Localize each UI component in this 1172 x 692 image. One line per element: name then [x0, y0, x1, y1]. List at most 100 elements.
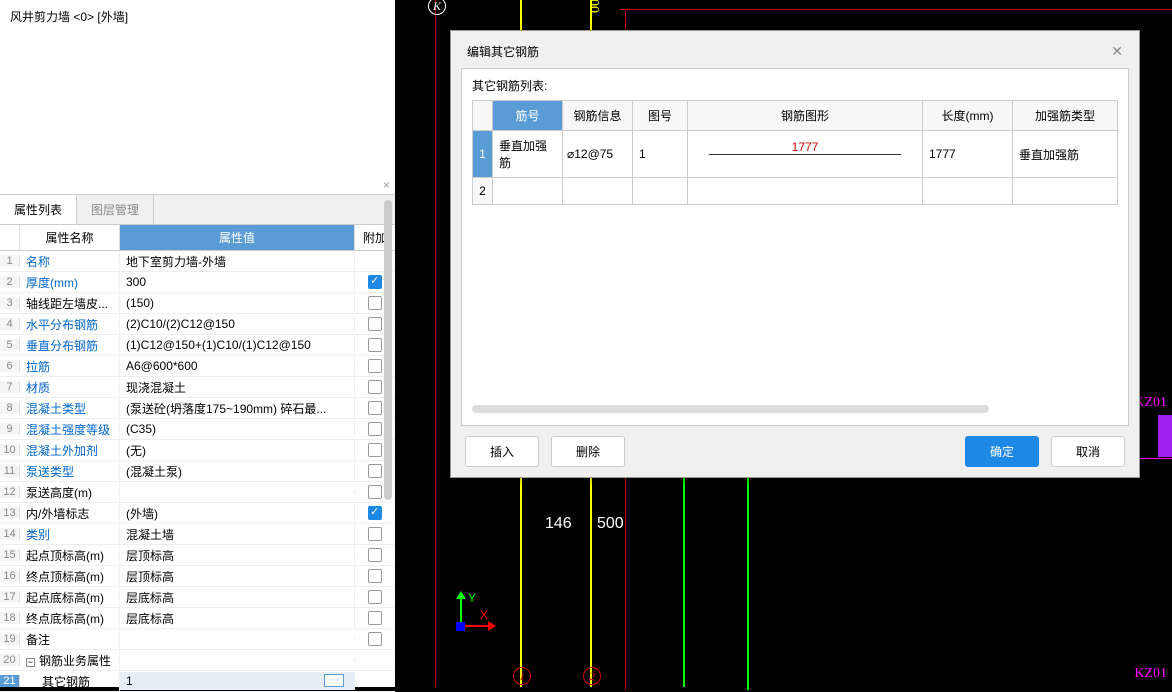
property-value[interactable]: 地下室剪力墙-外墙	[120, 251, 355, 272]
left-panel: 风井剪力墙 <0> [外墙] × 属性列表 图层管理 属性名称 属性值 附加 1…	[0, 0, 395, 687]
property-value[interactable]	[120, 658, 355, 662]
cancel-button[interactable]: 取消	[1051, 436, 1125, 467]
property-row[interactable]: 17起点底标高(m)层底标高	[0, 587, 395, 608]
property-value[interactable]: 混凝土墙	[120, 524, 355, 545]
table-row[interactable]: 2	[473, 178, 1118, 205]
property-value[interactable]: (外墙)	[120, 503, 355, 524]
property-row[interactable]: 13内/外墙标志(外墙)	[0, 503, 395, 524]
property-value[interactable]: (150)	[120, 294, 355, 312]
property-row[interactable]: 21其它钢筋1⋯	[0, 671, 395, 692]
close-icon[interactable]: ✕	[1111, 43, 1123, 60]
property-name: 水平分布钢筋	[20, 314, 120, 335]
checkbox-icon[interactable]	[368, 527, 382, 541]
property-row[interactable]: 10混凝土外加剂(无)	[0, 440, 395, 461]
property-row[interactable]: 2厚度(mm)300	[0, 272, 395, 293]
property-row[interactable]: 5垂直分布钢筋(1)C12@150+(1)C10/(1)C12@150	[0, 335, 395, 356]
property-value[interactable]: (C35)	[120, 420, 355, 438]
property-value[interactable]	[120, 490, 355, 494]
property-value[interactable]: (无)	[120, 440, 355, 461]
checkbox-icon[interactable]	[368, 380, 382, 394]
tab-layers[interactable]: 图层管理	[77, 195, 154, 224]
property-row[interactable]: 15起点顶标高(m)层顶标高	[0, 545, 395, 566]
property-value[interactable]: 现浇混凝土	[120, 377, 355, 398]
property-row[interactable]: 4水平分布钢筋(2)C10/(2)C12@150	[0, 314, 395, 335]
ok-button[interactable]: 确定	[965, 436, 1039, 467]
checkbox-icon[interactable]	[368, 422, 382, 436]
cell-length[interactable]: 1777	[923, 131, 1013, 178]
checkbox-icon[interactable]	[368, 401, 382, 415]
checkbox-icon[interactable]	[368, 464, 382, 478]
cell-type[interactable]	[1013, 178, 1118, 205]
property-row[interactable]: 1名称地下室剪力墙-外墙	[0, 251, 395, 272]
property-row[interactable]: 6拉筋A6@600*600	[0, 356, 395, 377]
table-row[interactable]: 1垂直加强筋⌀12@75117771777垂直加强筋	[473, 131, 1118, 178]
header-type[interactable]: 加强筋类型	[1013, 101, 1118, 131]
checkbox-icon[interactable]	[368, 632, 382, 646]
checkbox-icon[interactable]	[368, 569, 382, 583]
property-value[interactable]	[120, 637, 355, 641]
tree-close-icon[interactable]: ×	[383, 178, 390, 192]
property-value[interactable]: (1)C12@150+(1)C10/(1)C12@150	[120, 336, 355, 354]
checkbox-icon[interactable]	[368, 296, 382, 310]
property-value[interactable]: 层顶标高	[120, 545, 355, 566]
column-shape[interactable]	[1158, 415, 1172, 457]
checkbox-icon[interactable]	[368, 359, 382, 373]
property-row[interactable]: 3轴线距左墙皮...(150)	[0, 293, 395, 314]
property-row[interactable]: 9混凝土强度等级(C35)	[0, 419, 395, 440]
property-row[interactable]: 8混凝土类型(泵送砼(坍落度175~190mm) 碎石最...	[0, 398, 395, 419]
header-length[interactable]: 长度(mm)	[923, 101, 1013, 131]
cell-info[interactable]	[563, 178, 633, 205]
checkbox-icon[interactable]	[368, 485, 382, 499]
row-number: 16	[0, 570, 20, 582]
cell-id[interactable]: 垂直加强筋	[493, 131, 563, 178]
header-value[interactable]: 属性值	[120, 225, 355, 250]
property-value[interactable]: (泵送砼(坍落度175~190mm) 碎石最...	[120, 398, 355, 419]
property-row[interactable]: 7材质现浇混凝土	[0, 377, 395, 398]
more-icon[interactable]: ⋯	[324, 674, 344, 687]
property-value[interactable]: 300	[120, 273, 355, 291]
scrollbar[interactable]	[384, 200, 392, 500]
cell-id[interactable]	[493, 178, 563, 205]
header-shape[interactable]: 钢筋图形	[688, 101, 923, 131]
cell-diagram[interactable]	[633, 178, 688, 205]
property-row[interactable]: 12泵送高度(m)	[0, 482, 395, 503]
property-value[interactable]: (混凝土泵)	[120, 461, 355, 482]
insert-button[interactable]: 插入	[465, 436, 539, 467]
cell-shape[interactable]	[688, 178, 923, 205]
tab-properties[interactable]: 属性列表	[0, 195, 77, 224]
property-value[interactable]: 层顶标高	[120, 566, 355, 587]
property-row[interactable]: 16终点顶标高(m)层顶标高	[0, 566, 395, 587]
property-row[interactable]: 11泵送类型(混凝土泵)	[0, 461, 395, 482]
cell-diagram[interactable]: 1	[633, 131, 688, 178]
checkbox-icon[interactable]	[368, 548, 382, 562]
property-value[interactable]: 层底标高	[120, 608, 355, 629]
property-value[interactable]: 层底标高	[120, 587, 355, 608]
checkbox-icon[interactable]	[368, 506, 382, 520]
header-diagram[interactable]: 图号	[633, 101, 688, 131]
tree-node-label[interactable]: 风井剪力墙 <0> [外墙]	[10, 10, 128, 24]
property-name: 轴线距左墙皮...	[20, 293, 120, 314]
cell-info[interactable]: ⌀12@75	[563, 131, 633, 178]
header-name: 属性名称	[20, 225, 120, 250]
cell-shape[interactable]: 1777	[688, 131, 923, 178]
delete-button[interactable]: 删除	[551, 436, 625, 467]
property-name: 混凝土强度等级	[20, 419, 120, 440]
checkbox-icon[interactable]	[368, 338, 382, 352]
checkbox-icon[interactable]	[368, 317, 382, 331]
header-id[interactable]: 筋号	[493, 101, 563, 131]
checkbox-icon[interactable]	[368, 443, 382, 457]
property-row[interactable]: 18终点底标高(m)层底标高	[0, 608, 395, 629]
checkbox-icon[interactable]	[368, 590, 382, 604]
cell-length[interactable]	[923, 178, 1013, 205]
property-row[interactable]: 19备注	[0, 629, 395, 650]
header-info[interactable]: 钢筋信息	[563, 101, 633, 131]
checkbox-icon[interactable]	[368, 275, 382, 289]
checkbox-icon[interactable]	[368, 611, 382, 625]
property-row[interactable]: 14类别混凝土墙	[0, 524, 395, 545]
cell-type[interactable]: 垂直加强筋	[1013, 131, 1118, 178]
property-value[interactable]: A6@600*600	[120, 357, 355, 375]
property-value[interactable]: 1⋯	[120, 672, 355, 690]
property-row[interactable]: 20−钢筋业务属性	[0, 650, 395, 671]
property-value[interactable]: (2)C10/(2)C12@150	[120, 315, 355, 333]
horizontal-scrollbar[interactable]	[472, 405, 989, 413]
